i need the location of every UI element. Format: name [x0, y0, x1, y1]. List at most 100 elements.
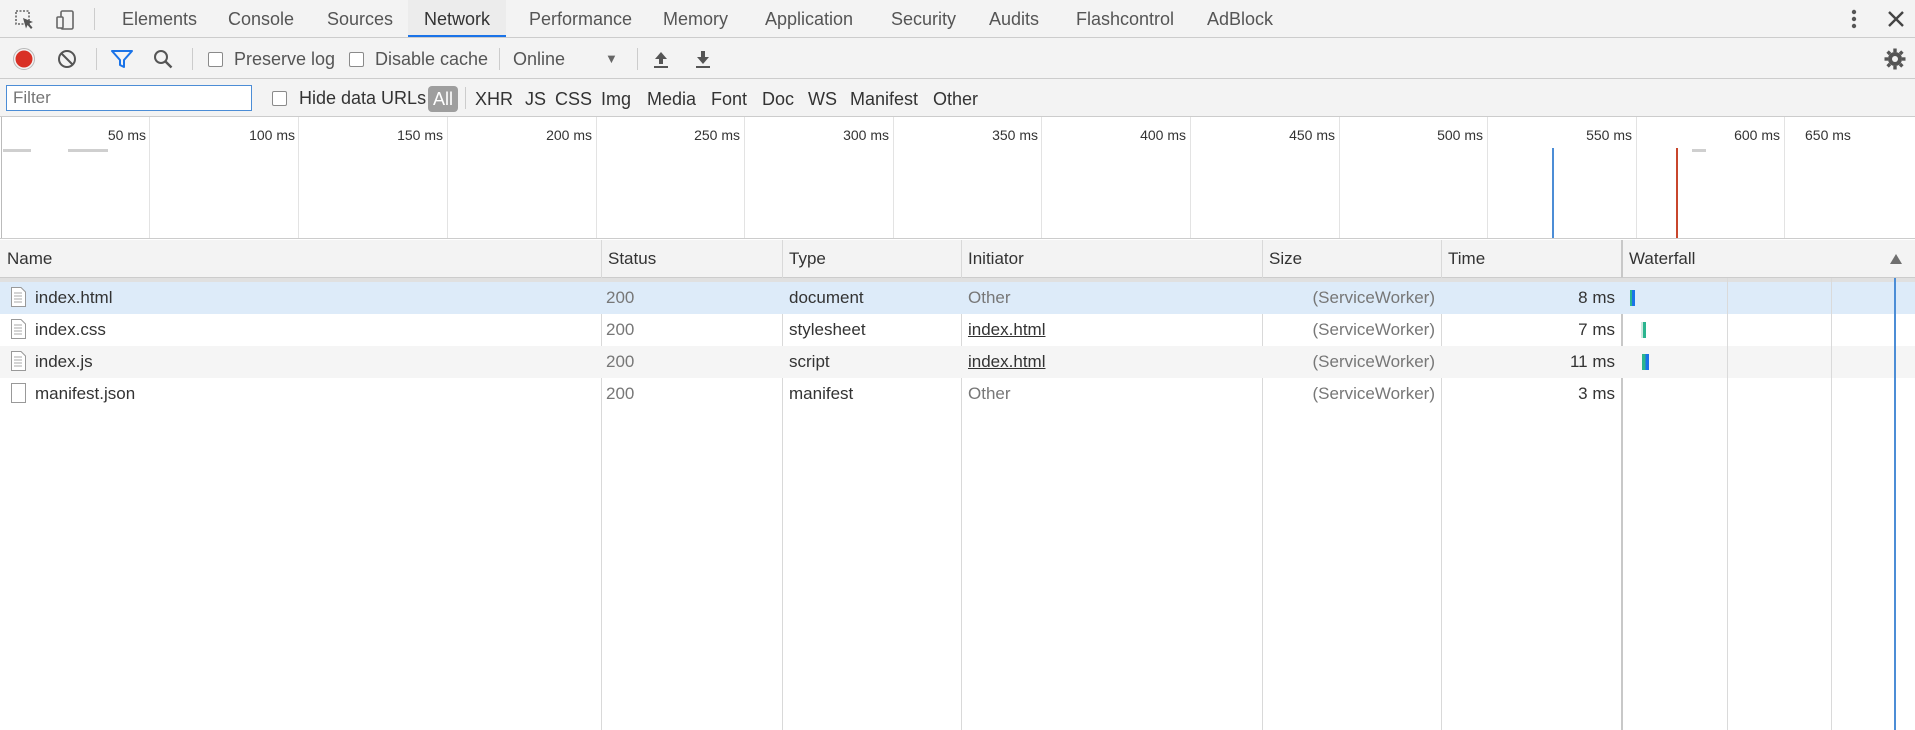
type-filter-xhr[interactable]: XHR	[471, 86, 517, 112]
waterfall-gridline	[1727, 278, 1728, 730]
request-type: manifest	[789, 384, 854, 403]
overview-tick-label: 250 ms	[694, 127, 740, 143]
type-filter-media[interactable]: Media	[643, 86, 700, 112]
tab-memory[interactable]: Memory	[647, 0, 744, 37]
dom-content-loaded-line	[1894, 278, 1896, 730]
overview-gridline	[447, 117, 448, 238]
type-filter-doc[interactable]: Doc	[758, 86, 798, 112]
search-icon[interactable]	[151, 47, 175, 71]
overview-tick-label: 50 ms	[107, 127, 146, 143]
requests-table-header: Name Status Type Initiator Size Time Wat…	[0, 240, 1915, 278]
checkbox-box[interactable]	[272, 91, 287, 106]
manifest-file-icon	[11, 383, 26, 403]
overview-tick-label: 100 ms	[249, 127, 295, 143]
close-devtools-icon[interactable]	[1884, 6, 1908, 32]
type-filter-js[interactable]: JS	[521, 86, 550, 112]
type-filter-font[interactable]: Font	[707, 86, 751, 112]
overview-gridline	[1190, 117, 1191, 238]
network-settings-gear-icon[interactable]	[1883, 47, 1907, 71]
request-time: 8 ms	[1578, 288, 1615, 307]
type-filter-manifest[interactable]: Manifest	[846, 86, 922, 112]
tab-audits[interactable]: Audits	[973, 0, 1055, 37]
request-name[interactable]: index.html	[35, 282, 112, 314]
overview-gridline	[298, 117, 299, 238]
stylesheet-file-icon	[11, 319, 26, 339]
device-toolbar-icon[interactable]	[54, 8, 78, 32]
request-type: document	[789, 288, 864, 307]
disable-cache-checkbox[interactable]: Disable cache	[349, 49, 488, 70]
tab-network[interactable]: Network	[408, 0, 507, 37]
tab-adblock[interactable]: AdBlock	[1191, 0, 1289, 37]
overview-gridline	[744, 117, 745, 238]
more-options-icon[interactable]	[1842, 6, 1866, 32]
throttling-select[interactable]: Online ▼	[513, 47, 623, 71]
request-name[interactable]: manifest.json	[35, 378, 135, 410]
overview-gridline	[596, 117, 597, 238]
overview-request-bar	[1692, 149, 1706, 152]
waterfall-bar[interactable]	[1630, 290, 1635, 306]
column-header-type[interactable]: Type	[782, 240, 962, 277]
inspect-element-icon[interactable]	[13, 8, 37, 32]
chevron-down-icon: ▼	[605, 51, 618, 66]
column-header-status[interactable]: Status	[601, 240, 782, 277]
request-type: script	[789, 352, 830, 371]
request-initiator-link[interactable]: index.html	[968, 346, 1045, 378]
type-filter-all[interactable]: All	[428, 86, 459, 112]
request-status: 200	[606, 320, 635, 339]
filter-input[interactable]	[6, 85, 252, 111]
waterfall-bar[interactable]	[1642, 354, 1649, 370]
waterfall-bar[interactable]	[1641, 322, 1646, 338]
import-har-icon[interactable]	[649, 47, 673, 71]
request-size: (ServiceWorker)	[1312, 384, 1435, 403]
tab-console[interactable]: Console	[212, 0, 310, 37]
overview-gridline	[893, 117, 894, 238]
record-button[interactable]	[12, 47, 36, 71]
request-size: (ServiceWorker)	[1312, 288, 1435, 307]
export-har-icon[interactable]	[691, 47, 715, 71]
table-row[interactable]: index.html 200 document Other (ServiceWo…	[0, 282, 1915, 314]
checkbox-box[interactable]	[349, 52, 364, 67]
preserve-log-checkbox[interactable]: Preserve log	[208, 49, 335, 70]
type-filter-css[interactable]: CSS	[551, 86, 596, 112]
request-time: 3 ms	[1578, 384, 1615, 403]
network-overview-timeline[interactable]: 50 ms 100 ms 150 ms 200 ms 250 ms 300 ms…	[0, 117, 1915, 239]
overview-gridline	[1784, 117, 1785, 238]
tab-sources[interactable]: Sources	[311, 0, 409, 37]
toolbar-divider	[499, 48, 500, 70]
request-status: 200	[606, 352, 635, 371]
overview-tick-label: 300 ms	[843, 127, 889, 143]
column-header-name[interactable]: Name	[0, 240, 602, 277]
request-name[interactable]: index.css	[35, 314, 106, 346]
request-time: 11 ms	[1569, 352, 1615, 371]
tab-flashcontrol[interactable]: Flashcontrol	[1060, 0, 1190, 37]
table-row[interactable]: index.css 200 stylesheet index.html (Ser…	[0, 314, 1915, 346]
type-filter-img[interactable]: Img	[597, 86, 635, 112]
request-size: (ServiceWorker)	[1312, 352, 1435, 371]
filter-icon[interactable]	[110, 47, 134, 71]
tab-security[interactable]: Security	[875, 0, 972, 37]
clear-icon[interactable]	[55, 47, 79, 71]
tab-application[interactable]: Application	[749, 0, 869, 37]
type-filter-other[interactable]: Other	[929, 86, 982, 112]
column-header-initiator[interactable]: Initiator	[961, 240, 1263, 277]
checkbox-box[interactable]	[208, 52, 223, 67]
request-initiator: Other	[968, 288, 1011, 307]
table-row[interactable]: index.js 200 script index.html (ServiceW…	[0, 346, 1915, 378]
column-header-waterfall[interactable]: Waterfall	[1622, 240, 1915, 277]
request-name[interactable]: index.js	[35, 346, 93, 378]
filter-bar: Hide data URLs All XHR JS CSS Img Media …	[0, 79, 1915, 117]
column-header-size[interactable]: Size	[1262, 240, 1442, 277]
table-row[interactable]: manifest.json 200 manifest Other (Servic…	[0, 378, 1915, 410]
request-initiator-link[interactable]: index.html	[968, 314, 1045, 346]
type-filter-ws[interactable]: WS	[804, 86, 841, 112]
column-header-time[interactable]: Time	[1441, 240, 1622, 277]
request-initiator: Other	[968, 384, 1011, 403]
hide-data-urls-checkbox[interactable]: Hide data URLs	[272, 88, 426, 109]
tab-elements[interactable]: Elements	[106, 0, 213, 37]
overview-tick-label: 200 ms	[546, 127, 592, 143]
sort-ascending-icon[interactable]	[1890, 254, 1902, 264]
tab-performance[interactable]: Performance	[513, 0, 648, 37]
dom-content-loaded-marker	[1552, 148, 1554, 238]
network-toolbar: Preserve log Disable cache Online ▼	[0, 38, 1915, 79]
overview-tick-label: 350 ms	[992, 127, 1038, 143]
